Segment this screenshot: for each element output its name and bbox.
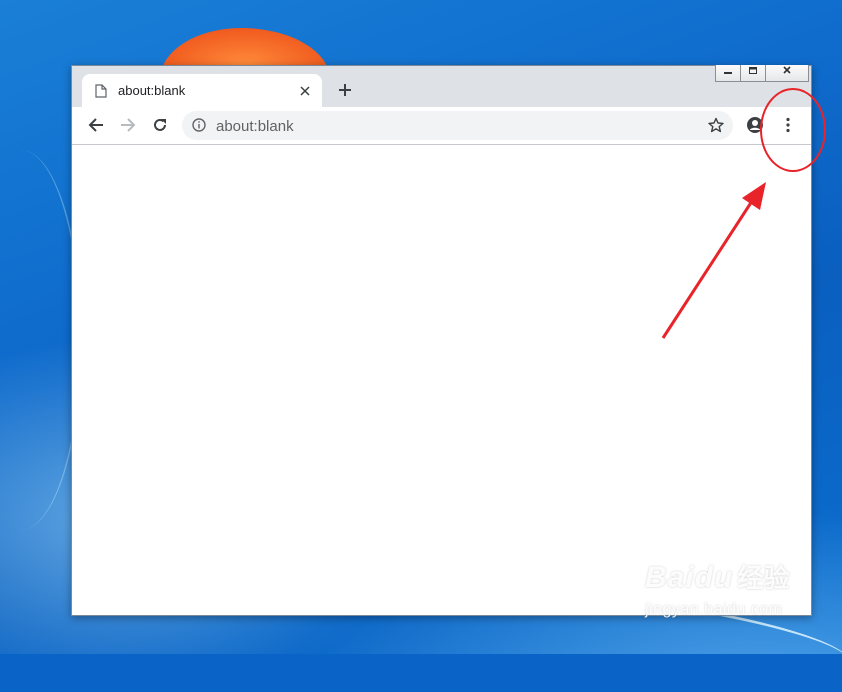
watermark-cn: 经验 <box>737 563 790 593</box>
info-icon[interactable] <box>192 118 206 132</box>
page-icon <box>95 83 107 98</box>
address-text[interactable]: about:blank <box>216 118 294 135</box>
watermark-url: jingyan.baidu.com <box>645 601 783 618</box>
back-button[interactable] <box>85 114 107 136</box>
forward-arrow-icon <box>121 118 136 132</box>
address-bar[interactable]: about:blank <box>182 111 733 140</box>
watermark-logo: Baidu <box>645 561 734 594</box>
tab-about-blank[interactable]: about:blank <box>82 74 322 107</box>
tab-title: about:blank <box>118 83 186 98</box>
baidu-watermark: Baidu 经验 jingyan.baidu.com <box>645 558 789 619</box>
back-arrow-icon <box>88 118 103 132</box>
star-icon[interactable] <box>708 117 724 133</box>
close-icon <box>300 85 310 96</box>
tab-close-button[interactable] <box>298 83 312 99</box>
reload-button[interactable] <box>149 114 171 136</box>
plus-icon <box>339 84 351 96</box>
forward-button[interactable] <box>117 114 139 136</box>
browser-toolbar: about:blank <box>72 107 811 145</box>
annotation-arrow <box>661 182 766 339</box>
new-tab-button[interactable] <box>334 79 356 101</box>
annotation-circle <box>760 88 826 172</box>
tab-strip: about:blank <box>72 66 811 107</box>
reload-icon <box>154 118 166 131</box>
